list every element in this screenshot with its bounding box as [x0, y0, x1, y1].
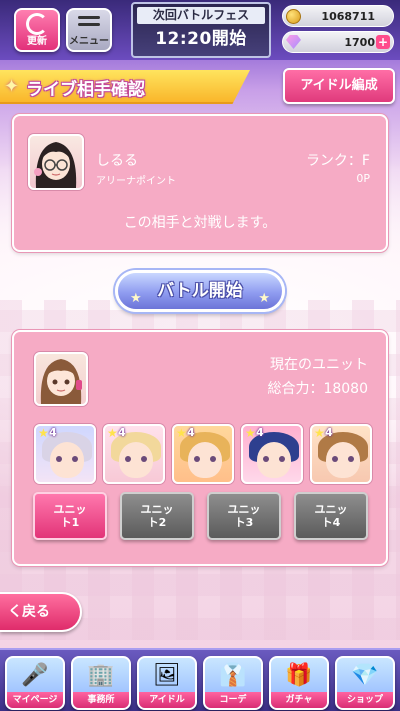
unit-tab-3[interactable]: ユニッ ト3	[207, 492, 281, 540]
unit-card[interactable]: ★ 4	[103, 424, 165, 484]
opponent-name: しるる	[96, 153, 138, 169]
menu-button[interactable]: メニュー	[66, 8, 112, 52]
suit-icon: 👔	[219, 663, 247, 688]
opponent-avatar	[28, 134, 84, 190]
menu-icon	[78, 16, 100, 30]
battle-start-label: バトル開始	[157, 281, 243, 301]
bottom-nav: 🎤 マイページ 🏢 事務所 🖼 アイドル 👔 コーデ 🎁 ガチャ 💎 ショップ	[0, 648, 400, 711]
jewel-counter: 1700 +	[282, 31, 394, 53]
unit-tab-2[interactable]: ユニッ ト2	[120, 492, 194, 540]
card-eyes	[332, 456, 354, 462]
fes-title: 次回バトルフェス	[137, 7, 265, 24]
jewel-value: 1700	[344, 36, 375, 49]
star-icon: ★	[258, 291, 270, 306]
unit-card[interactable]: ★ 4	[241, 424, 303, 484]
card-rarity: 4	[187, 426, 195, 439]
gift-box-icon: 🎁	[285, 663, 313, 688]
refresh-button[interactable]: 更新	[14, 8, 60, 52]
battle-start-button[interactable]: ★ バトル開始 ★	[115, 270, 285, 312]
nav-gacha[interactable]: 🎁 ガチャ	[269, 656, 329, 710]
back-button[interactable]: く戻る	[0, 592, 82, 632]
microphone-icon: 🎤	[21, 663, 49, 688]
rarity-star-icon: ★	[176, 426, 187, 440]
unit-tab-1[interactable]: ユニッ ト1	[33, 492, 107, 540]
jewel-icon	[286, 35, 301, 49]
title-ribbon: ✦ ライブ相手確認	[0, 70, 250, 104]
unit-card[interactable]: ★ 4	[34, 424, 96, 484]
player-avatar	[34, 352, 88, 406]
nav-office[interactable]: 🏢 事務所	[71, 656, 131, 710]
rarity-star-icon: ★	[314, 426, 325, 440]
unit-panel: 現在のユニット 総合力：18080 ★ 4 ★ 4 ★ 4 ★ 4 ★ 4 ユニ…	[12, 330, 388, 566]
card-rarity: 4	[325, 426, 333, 439]
fes-time: 12:20開始	[155, 29, 247, 49]
rarity-star-icon: ★	[107, 426, 118, 440]
coin-value: 1068711	[321, 10, 375, 23]
unit-card[interactable]: ★ 4	[310, 424, 372, 484]
opponent-portrait-icon	[34, 142, 77, 188]
nav-label: ガチャ	[271, 692, 327, 708]
coin-counter: 1068711	[282, 5, 394, 27]
unit-card[interactable]: ★ 4	[172, 424, 234, 484]
nav-label: コーデ	[205, 692, 261, 708]
opponent-points: 0P	[356, 172, 370, 185]
card-eyes	[194, 456, 216, 462]
nav-idol[interactable]: 🖼 アイドル	[137, 656, 197, 710]
current-unit-label: 現在のユニット	[270, 357, 368, 373]
opponent-message: この相手と対戦します。	[123, 215, 277, 231]
nav-label: マイページ	[7, 692, 63, 708]
menu-label: メニュー	[69, 36, 109, 47]
battle-fes-timer: 次回バトルフェス 12:20開始	[131, 2, 271, 58]
nav-label: 事務所	[73, 692, 129, 708]
card-rarity: 4	[256, 426, 264, 439]
card-eyes	[56, 456, 78, 462]
rarity-star-icon: ★	[245, 426, 256, 440]
opponent-panel: しるる アリーナポイント ランク：F 0P この相手と対戦します。	[12, 114, 388, 252]
nav-label: アイドル	[139, 692, 195, 708]
star-icon: ★	[130, 291, 142, 306]
coin-icon	[286, 9, 301, 24]
nav-mypage[interactable]: 🎤 マイページ	[5, 656, 65, 710]
card-rarity: 4	[49, 426, 57, 439]
add-jewel-button[interactable]: +	[376, 35, 390, 49]
sparkle-icon: ✦	[4, 76, 20, 97]
diamond-icon: 💎	[351, 663, 379, 688]
arena-points-label: アリーナポイント	[96, 176, 176, 187]
refresh-label: 更新	[27, 36, 47, 47]
top-bar: 更新 メニュー 次回バトルフェス 12:20開始 1068711 1700 +	[0, 0, 400, 60]
card-eyes	[125, 456, 147, 462]
total-power: 総合力：18080	[267, 381, 368, 397]
card-rarity: 4	[118, 426, 126, 439]
building-icon: 🏢	[87, 663, 115, 688]
idol-photos-icon: 🖼	[153, 663, 181, 688]
page-title: ライブ相手確認	[26, 80, 145, 100]
opponent-rank: ランク：F	[305, 153, 370, 169]
nav-label: ショップ	[337, 692, 393, 708]
nav-coord[interactable]: 👔 コーデ	[203, 656, 263, 710]
rarity-star-icon: ★	[38, 426, 49, 440]
unit-tab-4[interactable]: ユニッ ト4	[294, 492, 368, 540]
idol-formation-button[interactable]: アイドル編成	[283, 68, 395, 104]
refresh-icon	[26, 13, 48, 35]
player-portrait-icon	[40, 359, 82, 404]
nav-shop[interactable]: 💎 ショップ	[335, 656, 395, 710]
card-eyes	[263, 456, 285, 462]
